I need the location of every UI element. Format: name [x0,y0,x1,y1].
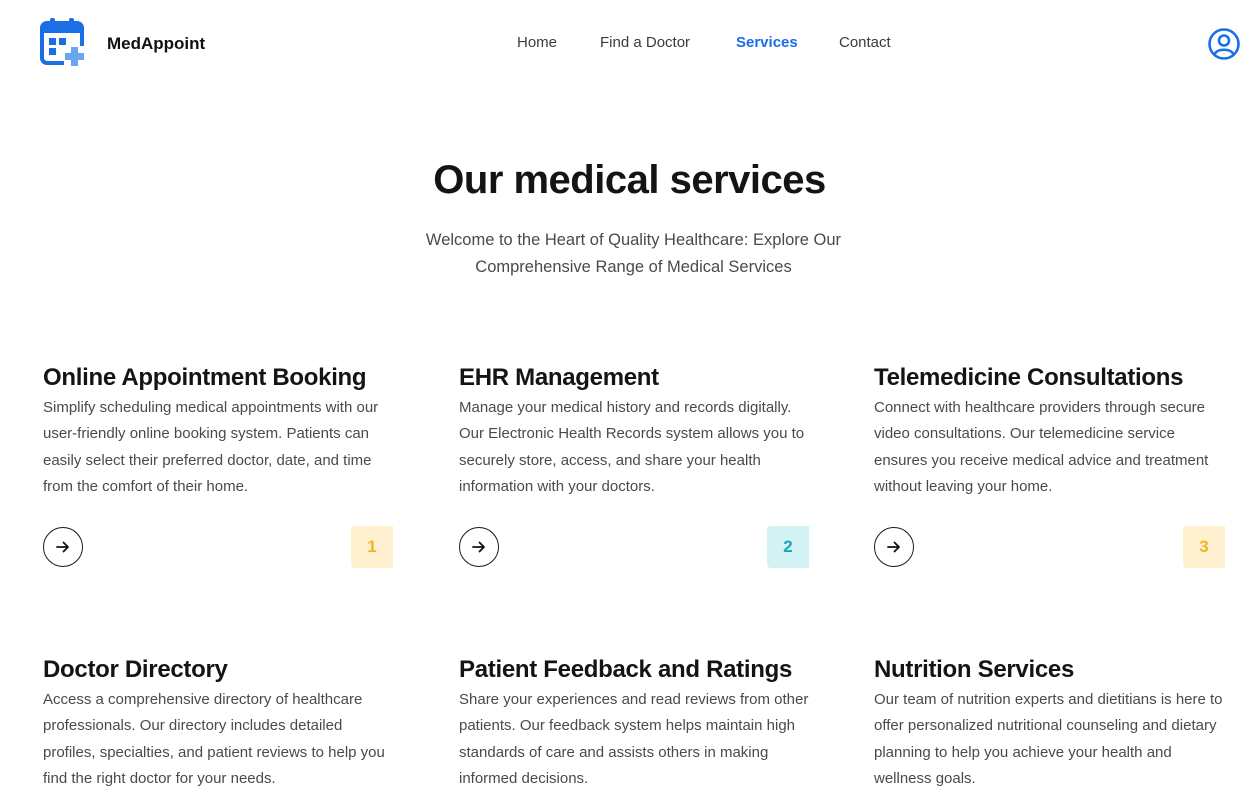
service-card-online-appointment-booking: Online Appointment Booking Simplify sche… [43,363,395,500]
service-number-badge: 2 [767,526,809,568]
service-description: Our team of nutrition experts and dietit… [874,691,1223,787]
service-card-patient-feedback-and-ratings: Patient Feedback and Ratings Share your … [459,655,811,792]
arrow-right-icon [887,541,900,553]
service-description: Connect with healthcare providers throug… [874,399,1209,495]
service-card-nutrition-services: Nutrition Services Our team of nutrition… [874,655,1226,792]
service-description: Share your experiences and read reviews … [459,691,809,787]
service-title: Nutrition Services [874,656,1074,683]
site-header: MedAppoint Home Find a Doctor Services C… [0,0,1259,88]
service-description: Simplify scheduling medical appointments… [43,399,379,495]
service-arrow-button[interactable] [43,527,83,567]
service-title: Doctor Directory [43,656,228,683]
nav-contact[interactable]: Contact [839,34,891,51]
service-card-telemedicine-consultations: Telemedicine Consultations Connect with … [874,363,1226,500]
service-title: Online Appointment Booking [43,364,367,391]
arrow-right-icon [472,541,485,553]
service-card-ehr-management: EHR Management Manage your medical histo… [459,363,811,500]
service-title: Telemedicine Consultations [874,364,1184,391]
nav-home[interactable]: Home [517,34,557,51]
service-description: Access a comprehensive directory of heal… [43,691,385,787]
nav-services[interactable]: Services [736,34,798,51]
service-description: Manage your medical history and records … [459,399,805,495]
service-title: EHR Management [459,364,659,391]
page-title: Our medical services [433,158,826,202]
nav-find-a-doctor[interactable]: Find a Doctor [600,34,690,51]
service-number-badge: 1 [351,526,393,568]
arrow-right-icon [56,541,69,553]
user-circle-icon[interactable] [1207,27,1241,61]
brand-name[interactable]: MedAppoint [107,34,205,54]
service-card-doctor-directory: Doctor Directory Access a comprehensive … [43,655,395,792]
calendar-plus-icon[interactable] [39,17,85,67]
service-arrow-button[interactable] [459,527,499,567]
service-title: Patient Feedback and Ratings [459,656,793,683]
service-number-badge: 3 [1183,526,1225,568]
service-arrow-button[interactable] [874,527,914,567]
page-subtitle: Welcome to the Heart of Quality Healthca… [425,231,842,276]
